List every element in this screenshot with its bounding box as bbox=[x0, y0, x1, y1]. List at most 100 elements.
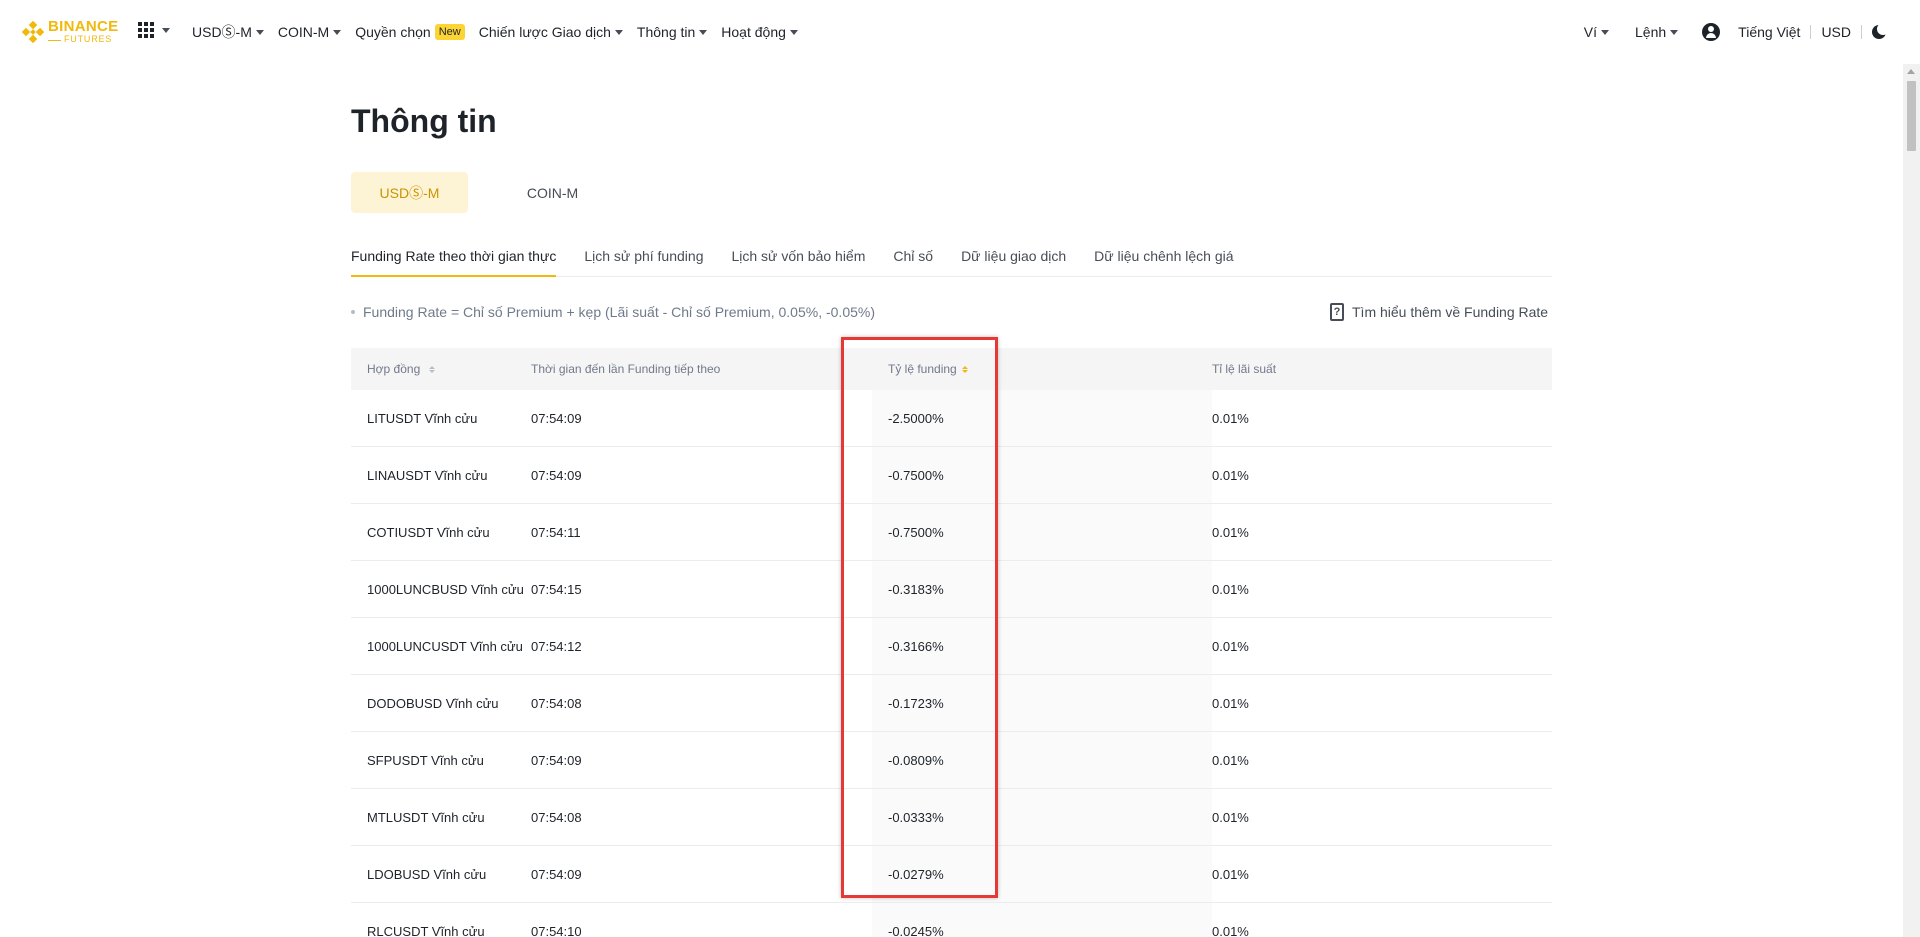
divider bbox=[1861, 25, 1862, 39]
next-funding-time-cell: 07:54:10 bbox=[531, 923, 582, 937]
next-funding-time-cell: 07:54:08 bbox=[531, 809, 582, 825]
table-header: Hợp đồng Thời gian đến lần Funding tiếp … bbox=[351, 348, 1552, 390]
nav-orders[interactable]: Lệnh bbox=[1635, 24, 1679, 40]
header-interest-rate: Tỉ lệ lãi suất bbox=[1212, 362, 1277, 376]
contract-cell[interactable]: 1000LUNCBUSD Vĩnh cửu bbox=[351, 582, 531, 597]
next-funding-time-cell: 07:54:09 bbox=[531, 866, 582, 882]
funding-rate-cell: -0.3166% bbox=[872, 618, 1212, 674]
divider bbox=[1810, 25, 1812, 39]
header-funding-rate[interactable]: Tỷ lệ funding bbox=[872, 362, 1212, 376]
table-row[interactable]: MTLUSDT Vĩnh cửu 07:54:08 -0.0333% 0.01% bbox=[351, 789, 1552, 846]
header-next-funding: Thời gian đến lần Funding tiếp theo bbox=[531, 362, 721, 376]
scroll-up-arrow-icon[interactable] bbox=[1907, 69, 1915, 74]
sort-icon bbox=[428, 366, 435, 374]
sort-active-icon bbox=[961, 365, 968, 373]
funding-rate-cell: -0.3183% bbox=[872, 561, 1212, 617]
nav-right: Ví Lệnh Tiếng Việt USD bbox=[1583, 0, 1889, 64]
currency-selector[interactable]: USD bbox=[1821, 24, 1851, 40]
main-nav: USDⓈ-M COIN-M Quyền chọn New Chiến lược … bbox=[192, 0, 812, 64]
contract-cell[interactable]: LINAUSDT Vĩnh cửu bbox=[351, 468, 531, 483]
interest-rate-cell: 0.01% bbox=[1212, 467, 1249, 483]
table-row[interactable]: LINAUSDT Vĩnh cửu 07:54:09 -0.7500% 0.01% bbox=[351, 447, 1552, 504]
funding-rate-cell: -0.7500% bbox=[872, 447, 1212, 503]
next-funding-time-cell: 07:54:09 bbox=[531, 752, 582, 768]
funding-rate-formula: Funding Rate = Chỉ số Premium + kẹp (Lãi… bbox=[351, 304, 875, 320]
table-row[interactable]: 1000LUNCBUSD Vĩnh cửu 07:54:15 -0.3183% 0.0… bbox=[351, 561, 1552, 618]
nav-wallet[interactable]: Ví bbox=[1583, 24, 1610, 40]
contract-cell[interactable]: MTLUSDT Vĩnh cửu bbox=[351, 810, 531, 825]
contract-cell[interactable]: DODOBUSD Vĩnh cửu bbox=[351, 696, 531, 711]
tab-insurance-fund-history[interactable]: Lịch sử vốn bảo hiểm bbox=[731, 236, 865, 276]
apps-grid-icon bbox=[138, 22, 154, 38]
header-contract[interactable]: Hợp đồng bbox=[351, 362, 531, 376]
contract-cell[interactable]: COTIUSDT Vĩnh cửu bbox=[351, 525, 531, 540]
tab-realtime-funding-rate[interactable]: Funding Rate theo thời gian thực bbox=[351, 236, 557, 277]
header-funding-rate-label: Tỷ lệ funding bbox=[888, 362, 957, 376]
segment-usdm-button[interactable]: USDⓈ-M bbox=[351, 172, 468, 213]
help-document-icon: ? bbox=[1330, 303, 1344, 321]
nav-information-label: Thông tin bbox=[636, 24, 696, 40]
table-row[interactable]: COTIUSDT Vĩnh cửu 07:54:11 -0.7500% 0.01% bbox=[351, 504, 1552, 561]
dark-mode-toggle-icon[interactable] bbox=[1872, 23, 1889, 39]
interest-rate-cell: 0.01% bbox=[1212, 524, 1249, 540]
nav-usdm-label: USDⓈ-M bbox=[192, 24, 252, 40]
contract-cell[interactable]: LDOBUSD Vĩnh cửu bbox=[351, 867, 531, 882]
nav-orders-label: Lệnh bbox=[1635, 24, 1667, 40]
nav-options-label: Quyền chọn bbox=[355, 24, 431, 40]
nav-usdm[interactable]: USDⓈ-M bbox=[192, 22, 264, 42]
contract-cell[interactable]: 1000LUNCUSDT Vĩnh cửu bbox=[351, 639, 531, 654]
tab-funding-fee-history[interactable]: Lịch sử phí funding bbox=[584, 236, 703, 276]
next-funding-time-cell: 07:54:09 bbox=[531, 410, 582, 426]
binance-futures-logo[interactable]: BINANCE FUTURES bbox=[22, 19, 118, 44]
language-selector[interactable]: Tiếng Việt bbox=[1738, 24, 1800, 40]
funding-rate-cell: -0.1723% bbox=[872, 675, 1212, 731]
chevron-down-icon bbox=[162, 27, 170, 33]
table-row[interactable]: RLCUSDT Vĩnh cửu 07:54:10 -0.0245% 0.01% bbox=[351, 903, 1552, 937]
table-row[interactable]: DODOBUSD Vĩnh cửu 07:54:08 -0.1723% 0.01% bbox=[351, 675, 1552, 732]
tab-index[interactable]: Chỉ số bbox=[893, 236, 933, 276]
interest-rate-cell: 0.01% bbox=[1212, 695, 1249, 711]
logo-text-futures: FUTURES bbox=[48, 35, 118, 44]
bullet-icon bbox=[351, 310, 355, 314]
header-contract-label: Hợp đồng bbox=[367, 362, 421, 376]
table-row[interactable]: 1000LUNCUSDT Vĩnh cửu 07:54:12 -0.3166% 0.0… bbox=[351, 618, 1552, 675]
binance-logo-icon bbox=[22, 20, 44, 43]
chevron-down-icon bbox=[1670, 29, 1679, 35]
nav-information[interactable]: Thông tin bbox=[636, 24, 708, 40]
nav-activities-label: Hoạt động bbox=[721, 24, 786, 40]
segment-coinm-button[interactable]: COIN-M bbox=[494, 172, 611, 213]
next-funding-time-cell: 07:54:08 bbox=[531, 695, 582, 711]
table-row[interactable]: LDOBUSD Vĩnh cửu 07:54:09 -0.0279% 0.01% bbox=[351, 846, 1552, 903]
chevron-down-icon bbox=[333, 29, 342, 35]
top-nav: BINANCE FUTURES USDⓈ-M COIN-M Quyền chọn… bbox=[0, 0, 1920, 64]
nav-activities[interactable]: Hoạt động bbox=[721, 24, 798, 40]
chevron-down-icon bbox=[789, 29, 798, 35]
chevron-down-icon bbox=[614, 29, 623, 35]
interest-rate-cell: 0.01% bbox=[1212, 581, 1249, 597]
user-account-icon[interactable] bbox=[1702, 23, 1721, 41]
next-funding-time-cell: 07:54:11 bbox=[531, 524, 581, 540]
next-funding-time-cell: 07:54:12 bbox=[531, 638, 582, 654]
learn-more-link[interactable]: ? Tìm hiểu thêm về Funding Rate bbox=[1330, 303, 1548, 321]
interest-rate-cell: 0.01% bbox=[1212, 410, 1249, 426]
tab-trading-data[interactable]: Dữ liệu giao dịch bbox=[961, 236, 1066, 276]
interest-rate-cell: 0.01% bbox=[1212, 809, 1249, 825]
tab-basis-data[interactable]: Dữ liệu chênh lệch giá bbox=[1094, 236, 1233, 276]
table-row[interactable]: LITUSDT Vĩnh cửu 07:54:09 -2.5000% 0.01% bbox=[351, 390, 1552, 447]
nav-options[interactable]: Quyền chọn New bbox=[355, 24, 465, 40]
nav-trading-strategy-label: Chiến lược Giao dịch bbox=[478, 24, 611, 40]
scrollbar-thumb[interactable] bbox=[1907, 81, 1916, 151]
funding-rate-table: Hợp đồng Thời gian đến lần Funding tiếp … bbox=[351, 348, 1552, 937]
nav-wallet-label: Ví bbox=[1583, 24, 1598, 40]
nav-coinm[interactable]: COIN-M bbox=[278, 24, 342, 40]
interest-rate-cell: 0.01% bbox=[1212, 866, 1249, 882]
table-row[interactable]: SFPUSDT Vĩnh cửu 07:54:09 -0.0809% 0.01% bbox=[351, 732, 1552, 789]
contract-cell[interactable]: SFPUSDT Vĩnh cửu bbox=[351, 753, 531, 768]
contract-cell[interactable]: RLCUSDT Vĩnh cửu bbox=[351, 924, 531, 937]
next-funding-time-cell: 07:54:15 bbox=[531, 581, 582, 597]
nav-trading-strategy[interactable]: Chiến lược Giao dịch bbox=[479, 24, 623, 40]
contract-cell[interactable]: LITUSDT Vĩnh cửu bbox=[351, 411, 531, 426]
apps-menu-button[interactable] bbox=[138, 22, 170, 38]
page-title: Thông tin bbox=[351, 103, 497, 139]
page-scrollbar[interactable] bbox=[1903, 64, 1920, 937]
